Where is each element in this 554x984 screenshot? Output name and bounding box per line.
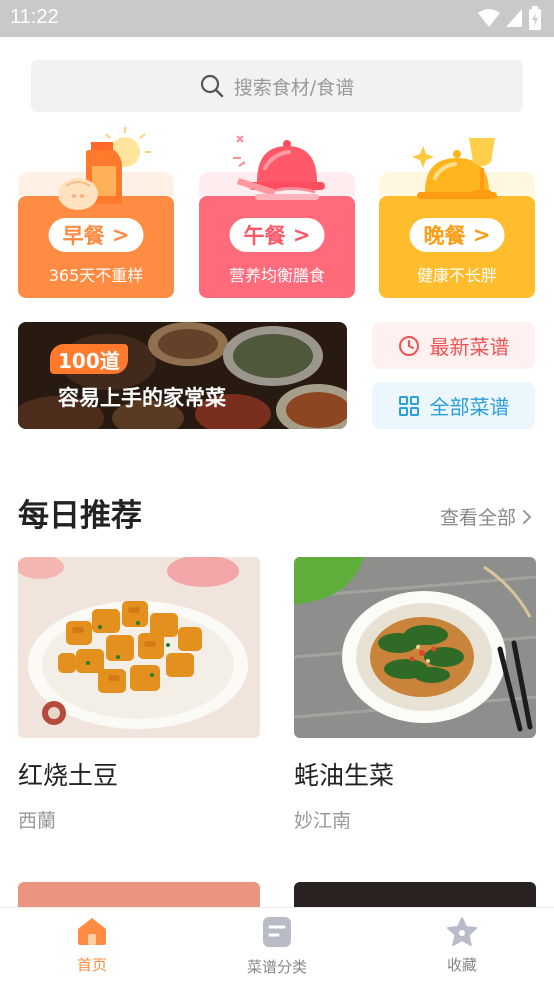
dinner-card[interactable]: 晚餐 > 健康不长胖 <box>379 124 535 298</box>
recipe-name: 红烧土豆 <box>18 761 119 790</box>
view-all-label: 查看全部 <box>439 507 516 529</box>
home-icon <box>78 918 106 945</box>
status-bar: 11:22 <box>0 0 554 37</box>
breakfast-label: 早餐 > <box>48 218 144 252</box>
star-icon <box>447 917 477 946</box>
recipe-book-icon <box>263 917 291 947</box>
all-recipes-label: 全部菜谱 <box>429 395 510 419</box>
recipe-thumbnail-lettuce <box>294 557 536 738</box>
daily-section-title: 每日推荐 <box>18 498 142 534</box>
lunch-subtitle: 营养均衡膳食 <box>228 266 325 285</box>
lunch-card[interactable]: 午餐 > 营养均衡膳食 <box>199 124 355 298</box>
banner-title: 容易上手的家常菜 <box>58 386 226 410</box>
signal-icon <box>506 9 522 27</box>
tab-home[interactable]: 首页 <box>32 916 152 975</box>
lunch-label: 午餐 > <box>229 218 325 252</box>
breakfast-card[interactable]: 早餐 > 365天不重样 <box>18 124 174 298</box>
recipe-author: 妙江南 <box>294 810 352 832</box>
tab-categories[interactable]: 菜谱分类 <box>217 916 337 977</box>
tab-favorites[interactable]: 收藏 <box>402 916 522 975</box>
chevron-right-icon <box>523 509 532 524</box>
search-icon <box>200 74 223 98</box>
dinner-subtitle: 健康不长胖 <box>416 266 497 285</box>
recipe-name: 蚝油生菜 <box>294 761 395 790</box>
breakfast-illustration-icon <box>58 127 151 210</box>
view-all-link[interactable]: 查看全部 <box>440 503 532 530</box>
banner-food-image <box>18 322 347 429</box>
lunch-illustration-icon <box>233 135 325 200</box>
status-icons <box>478 6 542 30</box>
all-recipes-button[interactable]: 全部菜谱 <box>372 382 535 429</box>
dinner-illustration-icon <box>412 138 497 199</box>
wifi-icon <box>478 9 500 27</box>
tab-home-label: 首页 <box>76 956 107 974</box>
clock-icon <box>398 335 419 356</box>
recipe-author: 西蘭 <box>18 810 57 832</box>
tab-favorites-label: 收藏 <box>446 956 477 974</box>
bottom-tab-bar: 首页 菜谱分类 收藏 <box>0 907 554 984</box>
grid-icon <box>398 395 419 416</box>
home-cooking-banner[interactable]: 100道 容易上手的家常菜 <box>18 322 347 429</box>
status-time: 11:22 <box>10 6 59 28</box>
breakfast-subtitle: 365天不重样 <box>48 266 144 285</box>
latest-recipes-button[interactable]: 最新菜谱 <box>372 322 535 369</box>
dinner-label: 晚餐 > <box>409 218 505 252</box>
recipe-card[interactable]: 蚝油生菜 妙江南 <box>294 557 536 832</box>
recipe-card[interactable]: 红烧土豆 西蘭 <box>18 557 260 832</box>
battery-icon <box>529 6 541 30</box>
search-placeholder: 搜索食材/食谱 <box>233 76 355 99</box>
tab-categories-label: 菜谱分类 <box>246 958 307 976</box>
search-input[interactable]: 搜索食材/食谱 <box>31 60 523 112</box>
recipe-thumbnail-potato <box>18 557 260 738</box>
latest-recipes-label: 最新菜谱 <box>429 335 510 359</box>
banner-badge: 100道 <box>50 344 128 374</box>
